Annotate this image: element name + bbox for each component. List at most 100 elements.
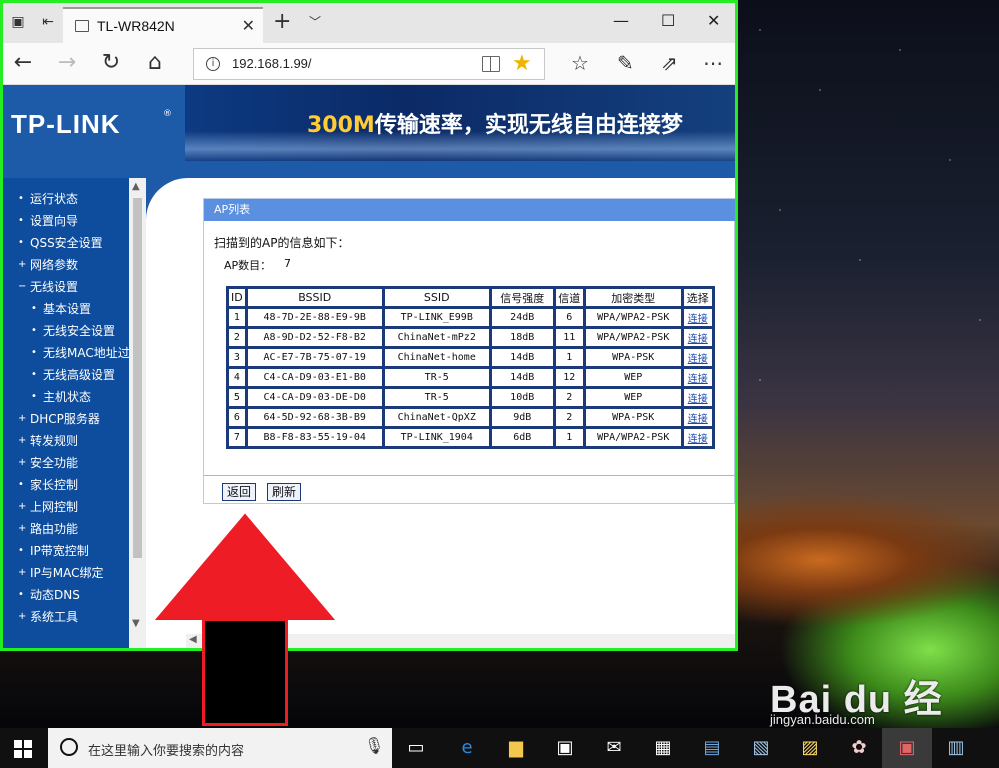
document-app-icon[interactable]: ▧: [749, 736, 773, 760]
table-cell: 12: [554, 368, 584, 387]
new-tab-icon[interactable]: +: [273, 9, 291, 34]
address-bar[interactable]: i 192.168.1.99/ ★: [193, 48, 545, 80]
connect-link[interactable]: 连接: [682, 408, 713, 427]
screenshot-tool-icon[interactable]: ▣: [895, 736, 919, 760]
ap-count-value: 7: [284, 257, 291, 270]
connect-link[interactable]: 连接: [682, 368, 713, 387]
sidebar-item[interactable]: • 动态DNS: [3, 584, 129, 606]
connect-link[interactable]: 连接: [682, 388, 713, 407]
share-icon[interactable]: ⇗: [661, 51, 678, 75]
sidebar-item[interactable]: + 安全功能: [3, 452, 129, 474]
sidebar-item-label: 无线设置: [30, 280, 79, 294]
cortana-icon[interactable]: [60, 738, 78, 756]
forward-arrow-icon[interactable]: →: [53, 50, 81, 78]
maximize-icon[interactable]: ☐: [661, 11, 675, 30]
sidebar-item[interactable]: • IP带宽控制: [3, 540, 129, 562]
scan-note: 扫描到的AP的信息如下：: [214, 236, 350, 250]
edge-browser-icon[interactable]: e: [455, 736, 479, 760]
file-explorer-icon[interactable]: ▆: [504, 736, 528, 760]
sidebar-item-label: 路由功能: [30, 522, 79, 536]
ap-count-label: AP数目：: [224, 259, 272, 272]
sidebar-item[interactable]: + IP与MAC绑定: [3, 562, 129, 584]
sidebar-item[interactable]: • 主机状态: [3, 386, 129, 408]
column-header: 加密类型: [584, 288, 682, 307]
network-app-icon[interactable]: ▤: [700, 736, 724, 760]
sidebar-item-label: 无线MAC地址过滤: [43, 346, 129, 360]
table-row: 3 AC-E7-7B-75-07-19 ChinaNet-home 14dB 1 WPA-…: [228, 348, 713, 367]
minimize-icon[interactable]: —: [613, 11, 629, 30]
home-icon[interactable]: ⌂: [141, 50, 169, 78]
table-cell: ChinaNet-mPz2: [383, 328, 490, 347]
sidebar-item[interactable]: + 上网控制: [3, 496, 129, 518]
sidebar-item[interactable]: + DHCP服务器: [3, 408, 129, 430]
mail-icon[interactable]: ✉: [602, 736, 626, 760]
sidebar-item[interactable]: + 转发规则: [3, 430, 129, 452]
back-arrow-icon[interactable]: ←: [9, 50, 37, 78]
microphone-icon[interactable]: 🎙︎: [364, 736, 384, 755]
connect-link[interactable]: 连接: [682, 428, 713, 447]
sidebar-item[interactable]: + 网络参数: [3, 254, 129, 276]
sidebar-item[interactable]: • 家长控制: [3, 474, 129, 496]
sidebar-item[interactable]: • 设置向导: [3, 210, 129, 232]
sidebar-item[interactable]: • 无线安全设置: [3, 320, 129, 342]
task-view-icon[interactable]: ▭: [404, 736, 428, 760]
tab-preview-icon[interactable]: ▣: [7, 11, 29, 33]
sidebar-item-label: DHCP服务器: [30, 412, 100, 426]
refresh-button[interactable]: 刷新: [267, 483, 302, 501]
sidebar-item[interactable]: • 无线MAC地址过滤: [3, 342, 129, 364]
table-cell: 6dB: [490, 428, 554, 447]
sidebar-item[interactable]: − 无线设置: [3, 276, 129, 298]
sidebar-item-label: 安全功能: [30, 456, 79, 470]
tab-tl-wr842n[interactable]: TL-WR842N ✕: [63, 7, 263, 43]
table-cell: 14dB: [490, 348, 554, 367]
menu-bullet-icon: +: [18, 413, 27, 424]
set-aside-tabs-icon[interactable]: ⇤: [37, 11, 59, 33]
scroll-up-icon[interactable]: ▲: [132, 181, 140, 192]
more-options-icon[interactable]: ⋯: [703, 51, 723, 75]
sidebar-item[interactable]: + 系统工具: [3, 606, 129, 628]
sidebar-item[interactable]: • 无线高级设置: [3, 364, 129, 386]
chevron-down-icon[interactable]: ﹀: [309, 13, 321, 30]
sidebar-item-label: 运行状态: [30, 192, 79, 206]
paint-icon[interactable]: ✿: [847, 736, 871, 760]
table-cell: WPA/WPA2-PSK: [584, 328, 682, 347]
reading-view-icon[interactable]: [482, 56, 500, 72]
close-tab-icon[interactable]: ✕: [242, 16, 255, 35]
sidebar-scrollbar[interactable]: ▲ ▼: [129, 178, 146, 648]
browser-window: ▣ ⇤ TL-WR842N ✕ + ﹀ — ☐ ✕ ← → ↻ ⌂ i 192.…: [0, 0, 738, 651]
favorite-star-icon[interactable]: ★: [512, 51, 532, 76]
table-cell: C4-CA-D9-03-E1-B0: [246, 368, 383, 387]
info-icon[interactable]: i: [206, 57, 220, 71]
table-row: 7 B8-F8-83-55-19-04 TP-LINK_1904 6dB 1 WPA/WP…: [228, 428, 713, 447]
sidebar-item-label: 转发规则: [30, 434, 79, 448]
connect-link[interactable]: 连接: [682, 328, 713, 347]
sidebar-item[interactable]: • 运行状态: [3, 188, 129, 210]
connect-link[interactable]: 连接: [682, 348, 713, 367]
store-icon[interactable]: ▣: [553, 736, 577, 760]
refresh-icon[interactable]: ↻: [97, 50, 125, 78]
back-button[interactable]: 返回: [222, 483, 257, 501]
web-note-pen-icon[interactable]: ✎: [617, 51, 634, 75]
taskbar-search-box[interactable]: 在这里输入你要搜索的内容 🎙︎: [48, 728, 392, 768]
table-cell: ChinaNet-home: [383, 348, 490, 367]
panel-divider: [204, 475, 735, 476]
sidebar-item[interactable]: • 基本设置: [3, 298, 129, 320]
calculator-icon[interactable]: ▦: [651, 736, 675, 760]
sidebar-item[interactable]: + 路由功能: [3, 518, 129, 540]
column-header: BSSID: [246, 288, 383, 307]
favorites-hub-icon[interactable]: ☆: [571, 51, 589, 75]
sidebar-item[interactable]: • QSS安全设置: [3, 232, 129, 254]
tplink-logo: TP-LINK ®: [3, 85, 183, 161]
search-placeholder[interactable]: 在这里输入你要搜索的内容: [88, 740, 244, 759]
remote-desktop-icon[interactable]: ▥: [944, 736, 968, 760]
url-text[interactable]: 192.168.1.99/: [232, 56, 312, 71]
ap-list-panel: AP列表 扫描到的AP的信息如下： AP数目： 7 ID BSSID SSID …: [203, 198, 735, 504]
close-window-icon[interactable]: ✕: [707, 11, 720, 30]
table-row: 2 A8-9D-D2-52-F8-B2 ChinaNet-mPz2 18dB 11 WPA…: [228, 328, 713, 347]
scroll-down-icon[interactable]: ▼: [132, 618, 140, 629]
table-cell: A8-9D-D2-52-F8-B2: [246, 328, 383, 347]
scrollbar-thumb[interactable]: [133, 198, 142, 558]
image-viewer-icon[interactable]: ▨: [798, 736, 822, 760]
windows-start-icon[interactable]: [14, 740, 32, 758]
connect-link[interactable]: 连接: [682, 308, 713, 327]
